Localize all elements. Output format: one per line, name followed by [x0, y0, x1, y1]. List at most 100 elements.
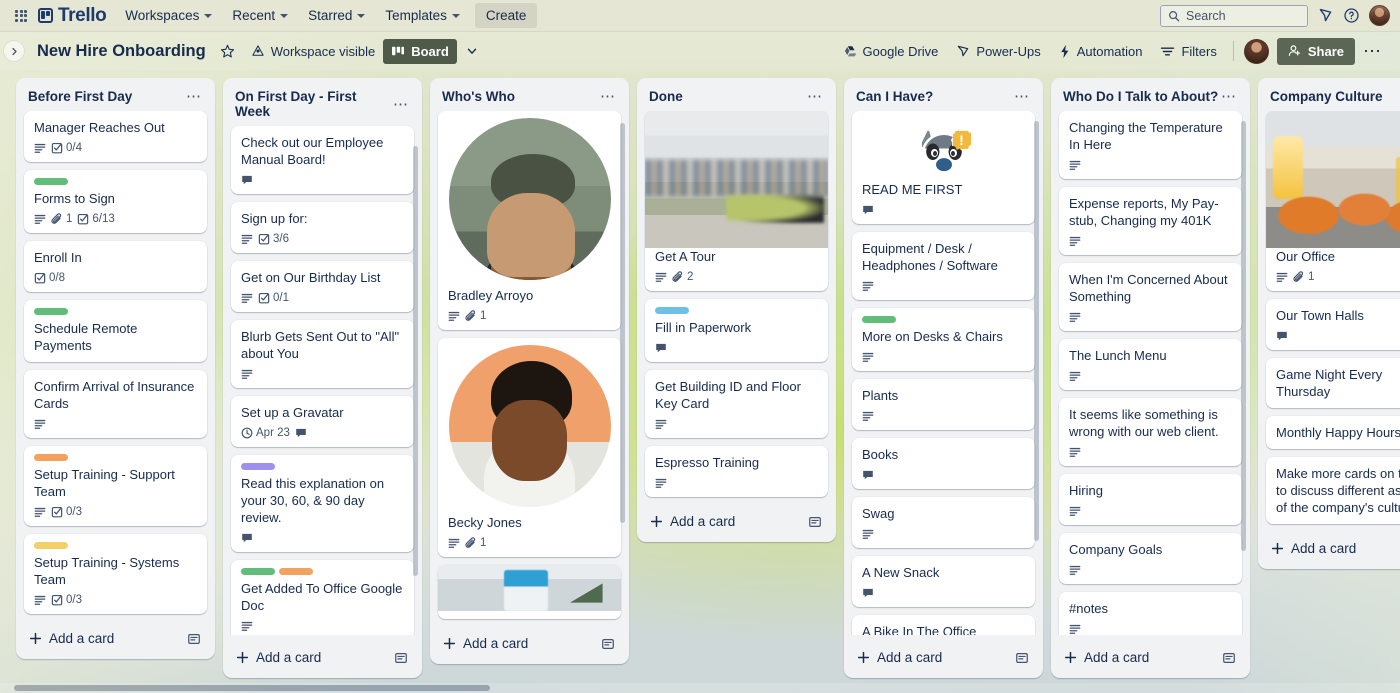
list-menu-button[interactable]: ⋯ — [598, 89, 618, 104]
card[interactable]: Get Building ID and Floor Key Card — [645, 370, 828, 438]
list-title[interactable]: Can I Have? — [856, 89, 1012, 104]
list-scrollbar[interactable] — [1241, 121, 1246, 551]
card[interactable]: ! READ ME FIRST — [852, 111, 1035, 224]
card[interactable]: Expense reports, My Pay-stub, Changing m… — [1059, 187, 1242, 255]
board-member-avatar[interactable] — [1243, 38, 1269, 64]
nav-templates[interactable]: Templates — [376, 3, 469, 28]
grid-apps-icon[interactable] — [10, 5, 32, 27]
card[interactable]: Swag — [852, 497, 1035, 548]
card[interactable]: Manager Reaches Out 0/4 — [24, 111, 207, 162]
card[interactable]: Game Night Every Thursday — [1266, 358, 1400, 408]
card-label — [241, 568, 275, 575]
add-a-card-button[interactable]: Add a card — [434, 627, 625, 660]
bell-icon[interactable] — [1317, 7, 1334, 24]
list-title[interactable]: On First Day - First Week — [235, 89, 391, 119]
board-canvas[interactable]: Before First Day ⋯ Manager Reaches Out 0/4 F… — [0, 70, 1400, 693]
card[interactable]: Read this explanation on your 30, 60, & … — [231, 455, 414, 552]
board-horizontal-scrollbar[interactable] — [0, 683, 1400, 693]
card[interactable]: Our Office 1 — [1266, 111, 1400, 291]
card[interactable]: Espresso Training — [645, 446, 828, 497]
add-a-card-button[interactable]: Add a card — [848, 641, 1039, 674]
card[interactable]: #notes — [1059, 592, 1242, 635]
add-a-card-button[interactable]: Add a card — [1055, 641, 1246, 674]
list-title[interactable]: Who Do I Talk to About? — [1063, 89, 1219, 104]
card[interactable]: Company Goals — [1059, 533, 1242, 584]
card[interactable]: When I'm Concerned About Something — [1059, 263, 1242, 331]
card[interactable]: Setup Training - Support Team 0/3 — [24, 446, 207, 526]
card[interactable]: More on Desks & Chairs — [852, 308, 1035, 371]
card[interactable]: Get Added To Office Google Doc — [231, 560, 414, 635]
trello-logo-home-link[interactable]: Trello — [34, 5, 114, 27]
card[interactable]: Make more cards on this list to discuss … — [1266, 457, 1400, 524]
card[interactable]: Forms to Sign 1 6/13 — [24, 170, 207, 233]
board-title[interactable]: New Hire Onboarding — [37, 42, 206, 61]
card-template-icon[interactable] — [394, 651, 408, 665]
card[interactable]: Sign up for: 3/6 — [231, 202, 414, 253]
add-a-card-button[interactable]: Add a card — [641, 505, 832, 538]
card[interactable] — [438, 565, 621, 619]
card[interactable]: Monthly Happy Hours! — [1266, 416, 1400, 449]
card[interactable]: Equipment / Desk / Headphones / Software — [852, 232, 1035, 300]
board-menu-button[interactable]: ⋯ — [1357, 42, 1388, 60]
board-view-switcher[interactable] — [457, 39, 487, 63]
list-title[interactable]: Done — [649, 89, 805, 104]
card[interactable]: Becky Jones 1 — [438, 338, 621, 557]
board-visibility-button[interactable]: Workspace visible — [243, 39, 384, 64]
card[interactable]: Schedule Remote Payments — [24, 300, 207, 362]
card-template-icon[interactable] — [1222, 651, 1236, 665]
list-title[interactable]: Company Culture — [1270, 89, 1400, 104]
add-a-card-button[interactable]: Add a card — [20, 622, 211, 655]
user-avatar[interactable] — [1369, 5, 1390, 26]
list-title[interactable]: Before First Day — [28, 89, 184, 104]
card[interactable]: Confirm Arrival of Insurance Cards — [24, 370, 207, 438]
power-ups-button[interactable]: Power-Ups — [948, 39, 1048, 64]
list-scrollbar[interactable] — [1034, 121, 1039, 541]
create-button[interactable]: Create — [474, 3, 538, 28]
card[interactable]: Changing the Temperature In Here — [1059, 111, 1242, 179]
board-view-button[interactable]: Board — [383, 38, 457, 64]
list-menu-button[interactable]: ⋯ — [805, 89, 825, 104]
list-menu-button[interactable]: ⋯ — [391, 97, 411, 112]
card-template-icon[interactable] — [808, 515, 822, 529]
search-input[interactable]: Search — [1160, 4, 1308, 27]
card-template-icon[interactable] — [601, 637, 615, 651]
share-button[interactable]: Share — [1276, 37, 1355, 65]
google-drive-button[interactable]: Google Drive — [835, 39, 947, 64]
nav-workspaces[interactable]: Workspaces — [116, 3, 221, 28]
card[interactable]: A Bike In The Office — [852, 615, 1035, 635]
card[interactable]: Check out our Employee Manual Board! — [231, 126, 414, 194]
card[interactable]: Our Town Halls — [1266, 299, 1400, 350]
card[interactable]: Enroll In 0/8 — [24, 241, 207, 292]
card[interactable]: Books — [852, 438, 1035, 489]
automation-button[interactable]: Automation — [1051, 39, 1151, 64]
card[interactable]: Plants — [852, 379, 1035, 430]
card[interactable]: Fill in Paperwork — [645, 299, 828, 362]
sidebar-toggle-button[interactable] — [3, 40, 25, 62]
board-horizontal-scrollbar-thumb[interactable] — [14, 685, 490, 691]
card[interactable]: Hiring — [1059, 474, 1242, 525]
card[interactable]: It seems like something is wrong with ou… — [1059, 398, 1242, 466]
question-circle-icon[interactable] — [1343, 7, 1360, 24]
nav-recent[interactable]: Recent — [223, 3, 297, 28]
list-menu-button[interactable]: ⋯ — [1012, 89, 1032, 104]
list-title[interactable]: Who's Who — [442, 89, 598, 104]
list-menu-button[interactable]: ⋯ — [1219, 89, 1239, 104]
filters-button[interactable]: Filters — [1152, 39, 1224, 64]
card[interactable]: The Lunch Menu — [1059, 339, 1242, 390]
card[interactable]: A New Snack — [852, 556, 1035, 607]
card[interactable]: Get on Our Birthday List 0/1 — [231, 261, 414, 312]
card[interactable]: Blurb Gets Sent Out to "All" about You — [231, 320, 414, 388]
card-template-icon[interactable] — [187, 632, 201, 646]
card-template-icon[interactable] — [1015, 651, 1029, 665]
add-a-card-button[interactable]: Add a card — [1262, 532, 1400, 565]
card[interactable]: Get A Tour 2 — [645, 111, 828, 291]
card[interactable]: Bradley Arroyo 1 — [438, 111, 621, 330]
list-scrollbar[interactable] — [413, 146, 418, 576]
card[interactable]: Setup Training - Systems Team 0/3 — [24, 534, 207, 614]
list-scrollbar[interactable] — [620, 123, 625, 523]
card[interactable]: Set up a Gravatar Apr 23 — [231, 396, 414, 447]
nav-starred[interactable]: Starred — [299, 3, 374, 28]
add-a-card-button[interactable]: Add a card — [227, 641, 418, 674]
star-board-button[interactable] — [212, 39, 243, 64]
list-menu-button[interactable]: ⋯ — [184, 89, 204, 104]
